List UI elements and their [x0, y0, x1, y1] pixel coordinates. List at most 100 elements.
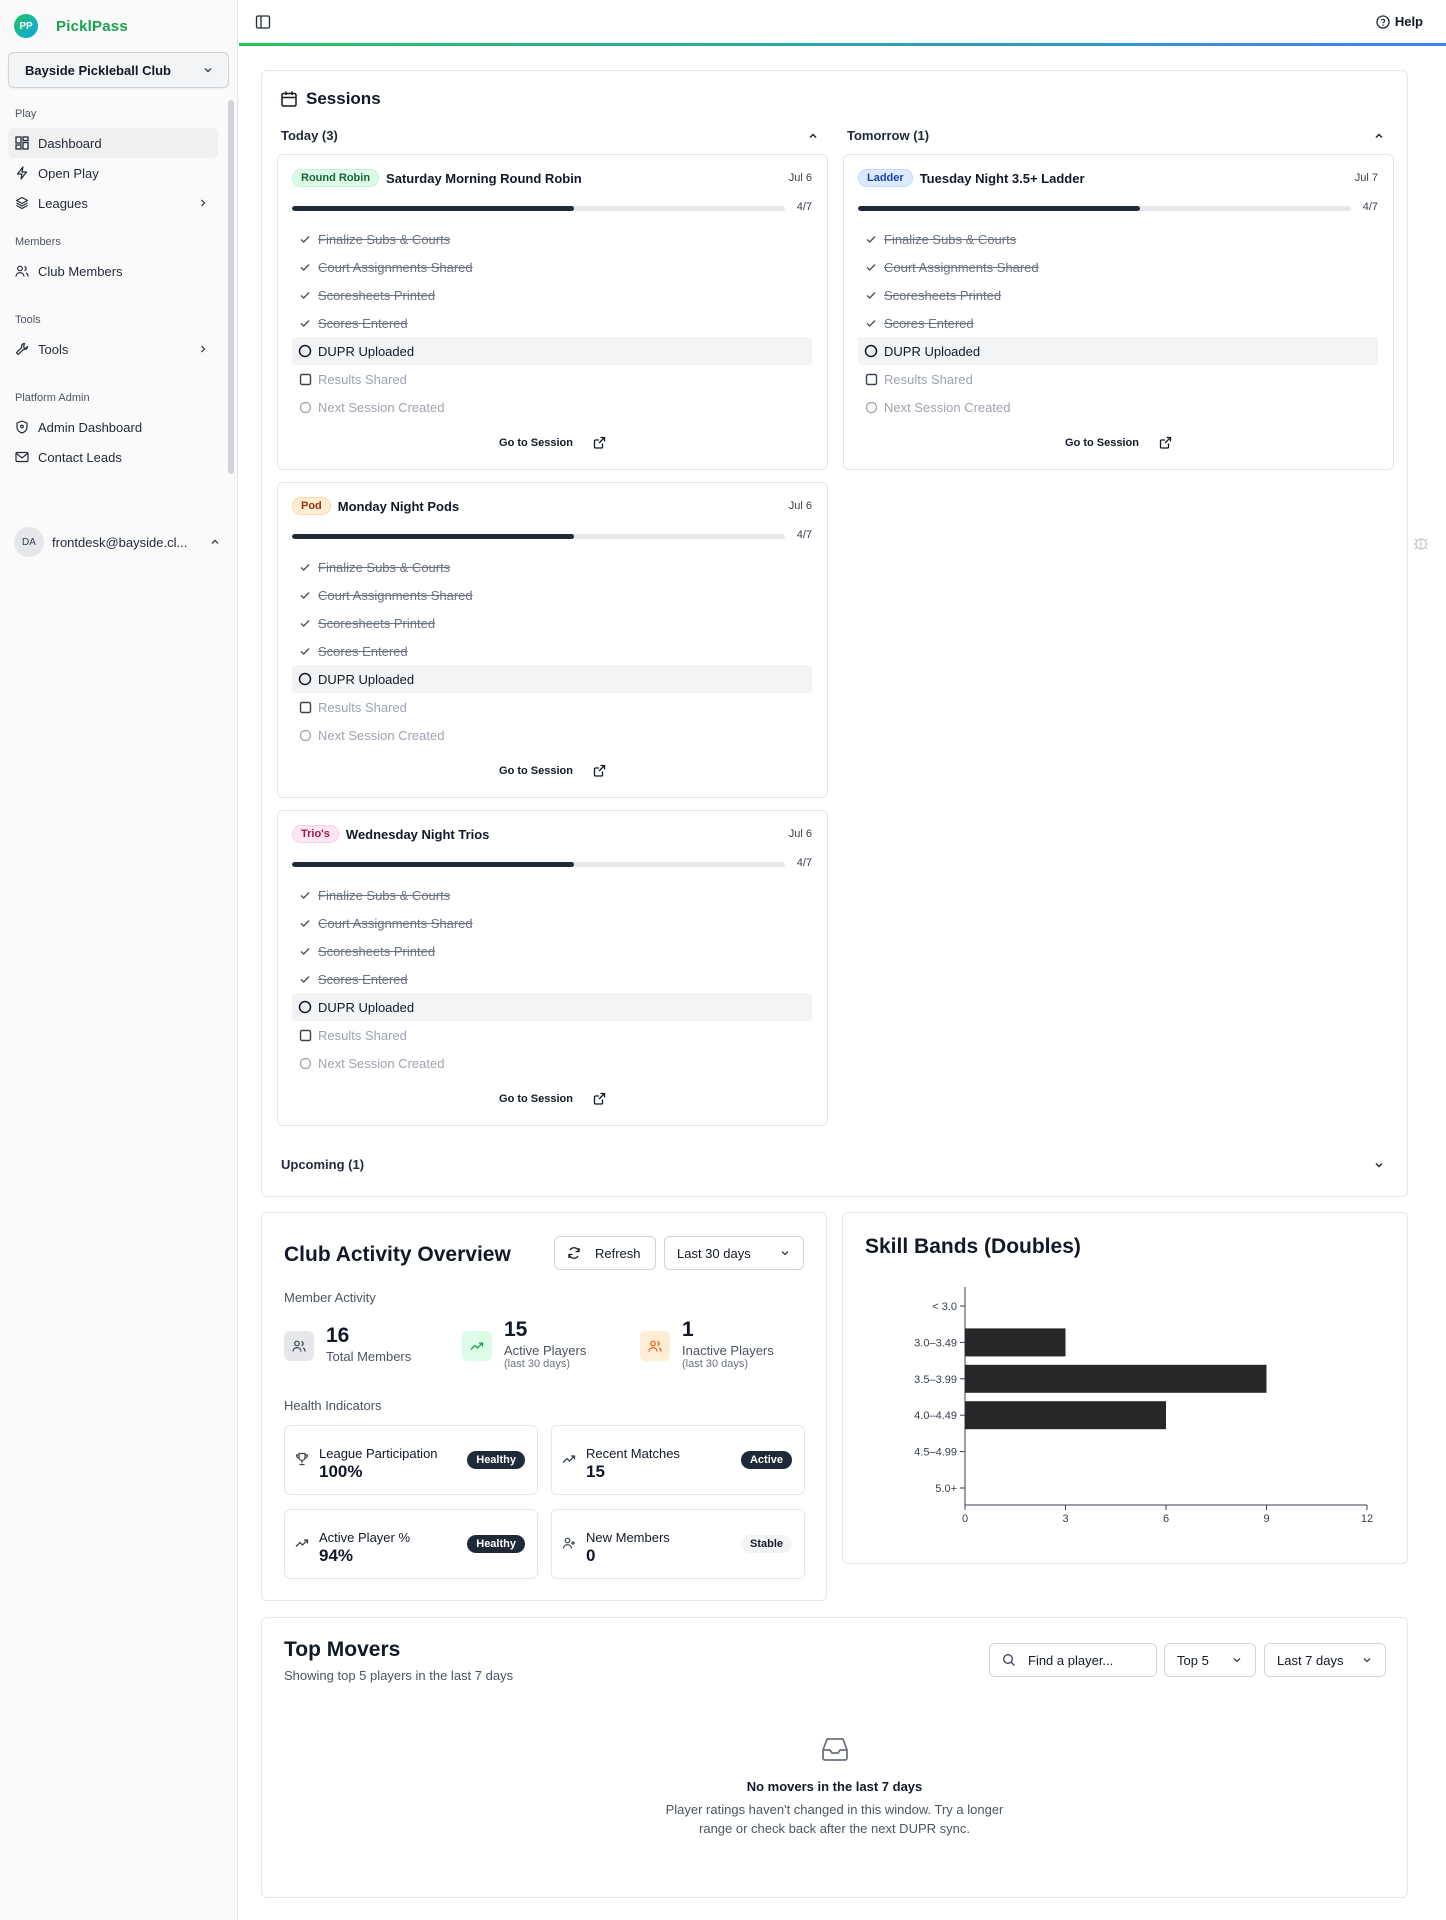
session-date: Jul 6: [788, 172, 812, 184]
sidebar-item-admin-dashboard[interactable]: Admin Dashboard: [8, 412, 218, 442]
checklist-item-label: Court Assignments Shared: [884, 259, 1039, 275]
checklist-item[interactable]: Scores Entered: [292, 309, 812, 337]
bug-icon[interactable]: [1409, 532, 1433, 556]
indicator-recent-matches: Recent Matches 15 Active: [551, 1425, 805, 1495]
checklist-item[interactable]: Scoresheets Printed: [292, 609, 812, 637]
checklist-item[interactable]: Finalize Subs & Courts: [858, 225, 1378, 253]
checklist-item[interactable]: Court Assignments Shared: [292, 581, 812, 609]
nav-section-play: Play: [15, 108, 37, 120]
checklist-item[interactable]: Finalize Subs & Courts: [292, 225, 812, 253]
checklist-item-label: DUPR Uploaded: [884, 343, 981, 359]
club-selector[interactable]: Bayside Pickleball Club: [8, 52, 229, 88]
check-icon: [298, 260, 312, 274]
session-card: Pod Monday Night Pods Jul 6 4/7 Finalize Sub…: [277, 482, 828, 798]
sidebar-scrollbar[interactable]: [228, 100, 234, 474]
bar: [965, 1401, 1166, 1430]
sidebar-item-label: Leagues: [38, 195, 88, 211]
checklist-item[interactable]: Scores Entered: [292, 965, 812, 993]
chevron-down-icon: [1375, 1162, 1383, 1168]
movers-title: Top Movers: [284, 1638, 401, 1661]
checklist-item[interactable]: Court Assignments Shared: [292, 253, 812, 281]
go-to-session-button[interactable]: Go to Session: [278, 436, 827, 449]
progress-bar: [858, 206, 1351, 211]
checkbox-icon: [298, 372, 312, 386]
progress-bar: [292, 206, 785, 211]
movers-range-select[interactable]: Last 7 days: [1264, 1643, 1386, 1677]
help-button[interactable]: Help: [1376, 14, 1423, 29]
empty-state: No movers in the last 7 days Player rati…: [262, 1736, 1407, 1838]
check-icon: [298, 972, 312, 986]
go-to-session-label: Go to Session: [499, 1092, 573, 1105]
session-title: Saturday Morning Round Robin: [386, 170, 582, 186]
checklist-item-label: DUPR Uploaded: [318, 671, 415, 687]
club-activity-card: Club Activity Overview Refresh Last 30 d…: [261, 1212, 827, 1601]
stat-sublabel: (last 30 days): [504, 1358, 571, 1370]
user-menu[interactable]: DA frontdesk@bayside.cl...: [14, 527, 221, 557]
chevron-right-icon: [201, 199, 206, 207]
checklist-item[interactable]: Results Shared: [292, 693, 812, 721]
checklist-item[interactable]: Next Session Created: [292, 393, 812, 421]
today-label: Today (3): [281, 128, 338, 143]
sidebar-item-label: Contact Leads: [38, 449, 122, 465]
session-card-header: Round Robin Saturday Morning Round Robin J…: [292, 168, 812, 188]
sidebar-item-club-members[interactable]: Club Members: [8, 256, 218, 286]
checklist-item[interactable]: Scoresheets Printed: [858, 281, 1378, 309]
sidebar-item-leagues[interactable]: Leagues: [8, 188, 218, 218]
checklist-item-label: Scoresheets Printed: [884, 287, 1002, 303]
player-search-input[interactable]: Find a player...: [989, 1643, 1157, 1677]
checklist-item[interactable]: Scores Entered: [858, 309, 1378, 337]
go-to-session-button[interactable]: Go to Session: [278, 1092, 827, 1105]
checklist-item[interactable]: Results Shared: [292, 1021, 812, 1049]
nav-section-tools: Tools: [15, 314, 41, 326]
tomorrow-header[interactable]: Tomorrow (1): [847, 128, 1385, 143]
sidebar-item-tools[interactable]: Tools: [8, 334, 218, 364]
users-icon: [284, 1331, 314, 1361]
checklist-item[interactable]: Next Session Created: [292, 1049, 812, 1077]
brand[interactable]: PP PicklPass: [0, 0, 237, 52]
checklist-item[interactable]: Court Assignments Shared: [292, 909, 812, 937]
check-icon: [298, 588, 312, 602]
today-header[interactable]: Today (3): [281, 128, 819, 143]
progress-text: 4/7: [1362, 201, 1378, 213]
checklist-item[interactable]: DUPR Uploaded: [858, 337, 1378, 365]
indicator-label: Recent Matches: [586, 1446, 680, 1461]
y-tick-label: 4.0–4.49: [914, 1410, 957, 1422]
checklist-item-label: Court Assignments Shared: [318, 587, 473, 603]
lightning-icon: [15, 166, 29, 180]
checklist-item-label: Next Session Created: [318, 399, 445, 415]
checklist-item[interactable]: Scoresheets Printed: [292, 281, 812, 309]
sidebar-item-open-play[interactable]: Open Play: [8, 158, 218, 188]
check-icon: [298, 916, 312, 930]
activity-range-select[interactable]: Last 30 days: [664, 1236, 804, 1270]
go-to-session-button[interactable]: Go to Session: [844, 436, 1393, 449]
stat-value: 16: [326, 1324, 350, 1347]
sidebar-toggle-icon[interactable]: [255, 14, 271, 30]
checklist-item[interactable]: Scoresheets Printed: [292, 937, 812, 965]
avatar: DA: [14, 527, 44, 557]
sidebar-item-contact-leads[interactable]: Contact Leads: [8, 442, 218, 472]
sessions-heading: Sessions: [280, 89, 381, 109]
checklist-item[interactable]: Finalize Subs & Courts: [292, 881, 812, 909]
checklist-item[interactable]: DUPR Uploaded: [292, 993, 812, 1021]
go-to-session-button[interactable]: Go to Session: [278, 764, 827, 777]
checklist-item[interactable]: DUPR Uploaded: [292, 665, 812, 693]
check-icon: [298, 316, 312, 330]
checklist-item[interactable]: Finalize Subs & Courts: [292, 553, 812, 581]
checklist: Finalize Subs & Courts Court Assignments …: [292, 225, 812, 421]
checklist-item[interactable]: Scores Entered: [292, 637, 812, 665]
checklist-item[interactable]: Results Shared: [858, 365, 1378, 393]
trending-up-icon: [562, 1455, 576, 1463]
checklist-item[interactable]: DUPR Uploaded: [292, 337, 812, 365]
checklist-item-label: Scoresheets Printed: [318, 943, 436, 959]
top-count-select[interactable]: Top 5: [1164, 1643, 1256, 1677]
checklist-item[interactable]: Court Assignments Shared: [858, 253, 1378, 281]
checklist-item-label: Results Shared: [318, 699, 407, 715]
upcoming-header[interactable]: Upcoming (1): [281, 1157, 1385, 1172]
refresh-button[interactable]: Refresh: [554, 1236, 656, 1270]
checklist-item[interactable]: Next Session Created: [292, 721, 812, 749]
sidebar-item-dashboard[interactable]: Dashboard: [8, 128, 218, 158]
checklist-item[interactable]: Results Shared: [292, 365, 812, 393]
trophy-icon: [295, 1452, 309, 1466]
checklist-item[interactable]: Next Session Created: [858, 393, 1378, 421]
check-icon: [298, 232, 312, 246]
